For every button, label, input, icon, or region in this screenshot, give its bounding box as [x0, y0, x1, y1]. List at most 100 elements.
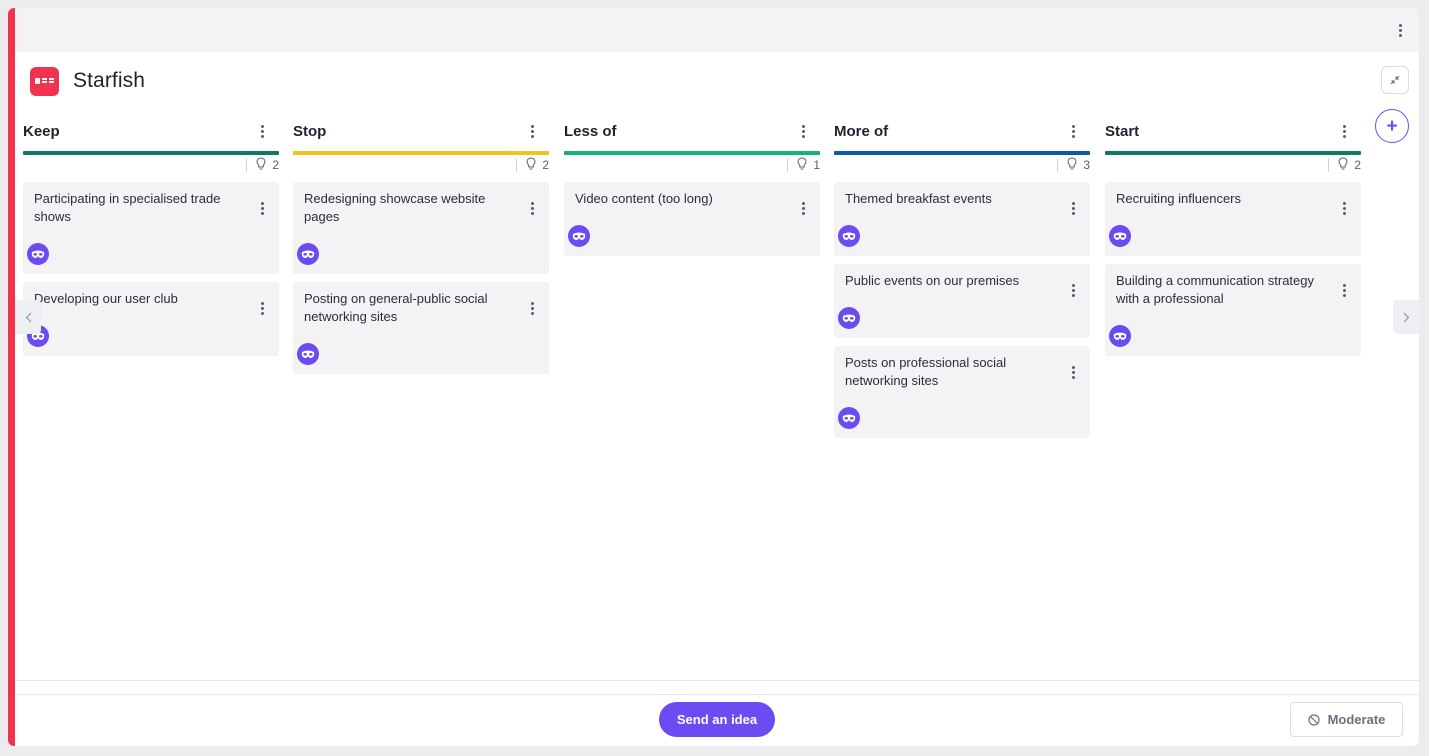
- idea-card[interactable]: Recruiting influencers: [1105, 182, 1361, 256]
- anonymous-mask-icon: [838, 407, 860, 429]
- anonymous-mask-icon: [838, 307, 860, 329]
- idea-card-text: Recruiting influencers: [1116, 191, 1242, 206]
- card-menu-icon[interactable]: [252, 298, 272, 318]
- anonymous-mask-icon: [568, 225, 590, 247]
- idea-card-text: Developing our user club: [34, 291, 178, 306]
- column-color-bar: [834, 151, 1090, 155]
- idea-card-text: Posts on professional social networking …: [845, 355, 1007, 388]
- column-1: Stop 2 Redesigning showcase website pages P…: [293, 121, 549, 374]
- lightbulb-icon: [526, 157, 536, 173]
- idea-card-text: Public events on our premises: [845, 273, 1020, 288]
- column-menu-icon[interactable]: [252, 121, 272, 141]
- board-menu-icon[interactable]: [1390, 20, 1410, 40]
- idea-count-value: 2: [542, 158, 549, 172]
- idea-card-text: Redesigning showcase website pages: [304, 191, 486, 224]
- board-window: Starfish + Keep 2 Participating in special…: [8, 8, 1419, 746]
- card-menu-icon[interactable]: [522, 198, 542, 218]
- card-menu-icon[interactable]: [1063, 198, 1083, 218]
- send-idea-button[interactable]: Send an idea: [659, 702, 775, 737]
- idea-card[interactable]: Redesigning showcase website pages: [293, 182, 549, 274]
- moderate-label: Moderate: [1327, 712, 1386, 727]
- card-menu-icon[interactable]: [1334, 198, 1354, 218]
- lightbulb-icon: [1067, 157, 1077, 173]
- column-header: More of: [834, 121, 1090, 141]
- starfish-logo-icon: [30, 66, 59, 96]
- idea-card[interactable]: Building a communication strategy with a…: [1105, 264, 1361, 356]
- column-3: More of 3 Themed breakfast events Public ev…: [834, 121, 1090, 438]
- column-title: More of: [834, 122, 889, 140]
- footer-divider: [15, 680, 1419, 681]
- column-2: Less of 1 Video content (too long): [564, 121, 820, 256]
- card-menu-icon[interactable]: [793, 198, 813, 218]
- anonymous-mask-icon: [297, 343, 319, 365]
- anonymous-mask-icon: [297, 243, 319, 265]
- card-list: Participating in specialised trade shows…: [23, 182, 279, 356]
- chevron-right-icon: [1403, 312, 1409, 322]
- idea-card-text: Video content (too long): [575, 191, 713, 206]
- column-title: Keep: [23, 122, 60, 140]
- chevron-left-icon: [25, 312, 31, 322]
- card-list: Themed breakfast events Public events on …: [834, 182, 1090, 438]
- column-color-bar: [293, 151, 549, 155]
- card-list: Redesigning showcase website pages Postin…: [293, 182, 549, 374]
- idea-card[interactable]: Posting on general-public social network…: [293, 282, 549, 374]
- idea-count: 3: [834, 157, 1090, 173]
- column-menu-icon[interactable]: [1063, 121, 1083, 141]
- column-title: Start: [1105, 122, 1140, 140]
- card-menu-icon[interactable]: [522, 298, 542, 318]
- column-menu-icon[interactable]: [793, 121, 813, 141]
- idea-count: 2: [293, 157, 549, 173]
- idea-card[interactable]: Public events on our premises: [834, 264, 1090, 338]
- idea-card-text: Participating in specialised trade shows: [34, 191, 221, 224]
- column-menu-icon[interactable]: [1334, 121, 1354, 141]
- column-menu-icon[interactable]: [522, 121, 542, 141]
- column-0: Keep 2 Participating in specialised trade …: [23, 121, 279, 356]
- block-icon: [1307, 713, 1320, 726]
- column-color-bar: [23, 151, 279, 155]
- idea-count: 1: [564, 157, 820, 173]
- board-title: Starfish: [73, 69, 145, 92]
- idea-card[interactable]: Developing our user club: [23, 282, 279, 356]
- lightbulb-icon: [797, 157, 807, 173]
- idea-card-text: Themed breakfast events: [845, 191, 992, 206]
- scroll-left-button[interactable]: [15, 300, 41, 334]
- collapse-button[interactable]: [1381, 66, 1409, 94]
- card-menu-icon[interactable]: [1063, 362, 1083, 382]
- moderate-button[interactable]: Moderate: [1290, 702, 1403, 737]
- add-column-button[interactable]: +: [1375, 109, 1409, 143]
- idea-count: 2: [23, 157, 279, 173]
- anonymous-mask-icon: [27, 243, 49, 265]
- idea-count-value: 3: [1083, 158, 1090, 172]
- card-menu-icon[interactable]: [1334, 280, 1354, 300]
- anonymous-mask-icon: [1109, 225, 1131, 247]
- lightbulb-icon: [1338, 157, 1348, 173]
- column-title: Less of: [564, 122, 617, 140]
- idea-card-text: Building a communication strategy with a…: [1116, 273, 1314, 306]
- card-list: Recruiting influencers Building a communi…: [1105, 182, 1361, 356]
- idea-count-value: 2: [272, 158, 279, 172]
- idea-card-text: Posting on general-public social network…: [304, 291, 488, 324]
- idea-card[interactable]: Posts on professional social networking …: [834, 346, 1090, 438]
- column-4: Start 2 Recruiting influencers Building a c…: [1105, 121, 1361, 356]
- column-color-bar: [564, 151, 820, 155]
- idea-card[interactable]: Video content (too long): [564, 182, 820, 256]
- card-menu-icon[interactable]: [252, 198, 272, 218]
- anonymous-mask-icon: [838, 225, 860, 247]
- card-list: Video content (too long): [564, 182, 820, 256]
- scroll-right-button[interactable]: [1393, 300, 1419, 334]
- anonymous-mask-icon: [1109, 325, 1131, 347]
- board-header: Starfish: [30, 66, 145, 96]
- idea-card[interactable]: Participating in specialised trade shows: [23, 182, 279, 274]
- idea-count-value: 2: [1354, 158, 1361, 172]
- idea-count: 2: [1105, 157, 1361, 173]
- idea-card[interactable]: Themed breakfast events: [834, 182, 1090, 256]
- column-header: Less of: [564, 121, 820, 141]
- column-color-bar: [1105, 151, 1361, 155]
- card-menu-icon[interactable]: [1063, 280, 1083, 300]
- accent-bar: [8, 8, 15, 746]
- lightbulb-icon: [256, 157, 266, 173]
- column-title: Stop: [293, 122, 327, 140]
- idea-count-value: 1: [813, 158, 820, 172]
- footer-divider: [15, 694, 1419, 695]
- column-header: Stop: [293, 121, 549, 141]
